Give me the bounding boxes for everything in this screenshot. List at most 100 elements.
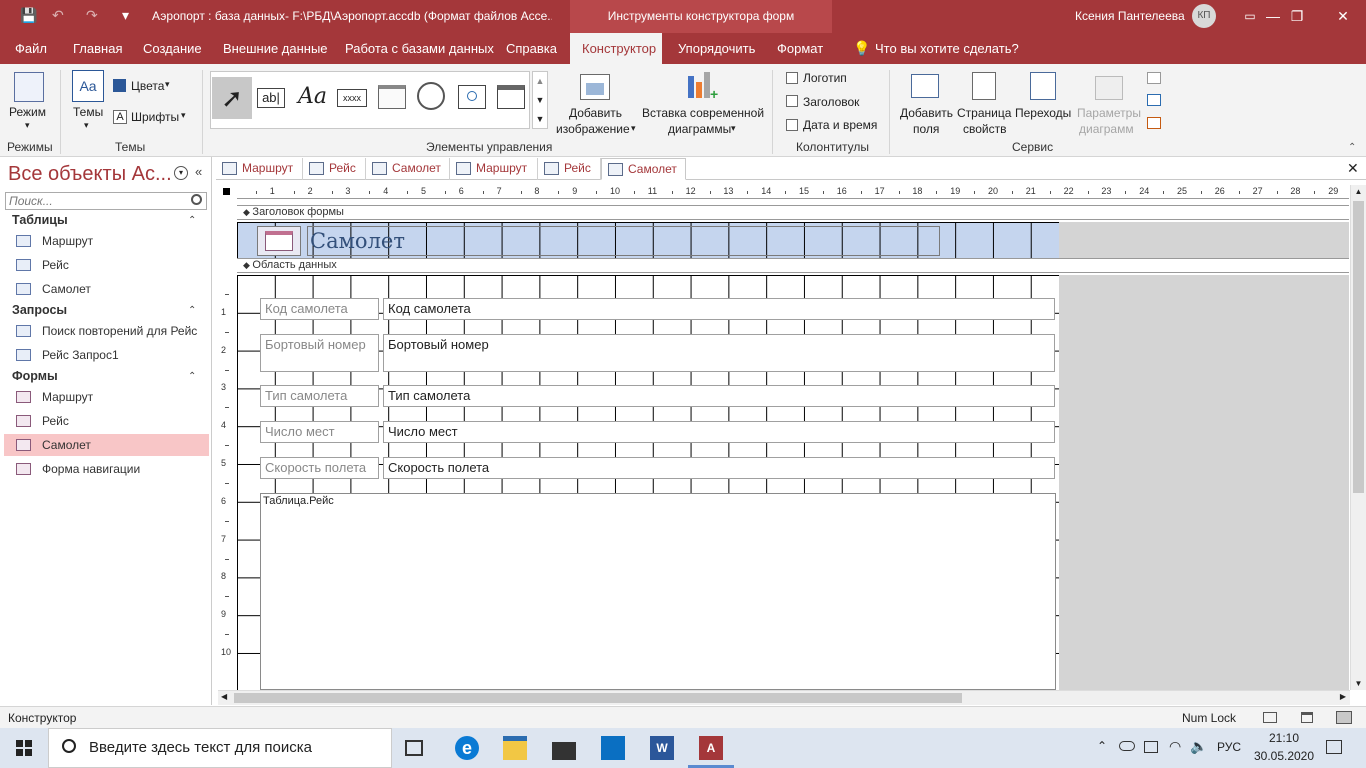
layout-view-icon[interactable] xyxy=(1301,712,1313,723)
chart-icon[interactable] xyxy=(688,76,694,98)
section-bar-detail[interactable]: ◆ Область данных xyxy=(237,258,1349,273)
fonts-button[interactable]: Шрифты xyxy=(131,110,179,124)
close-document-icon[interactable]: ✕ xyxy=(1347,160,1359,177)
field-label[interactable]: Скорость полета xyxy=(260,457,379,479)
undo-icon[interactable]: ↶ xyxy=(52,7,64,24)
nav-category-tables[interactable]: Таблицы xyxy=(12,213,68,227)
collapse-chevron-icon[interactable]: ⌃ xyxy=(188,215,196,226)
add-image-label-1[interactable]: Добавить xyxy=(569,106,622,120)
chevron-down-icon[interactable]: ▾ xyxy=(25,120,30,131)
customize-qat-icon[interactable]: ▾ xyxy=(122,7,129,24)
logo-button[interactable]: Логотип xyxy=(803,71,847,85)
tab-external-data[interactable]: Внешние данные xyxy=(215,33,336,64)
form-logo-icon[interactable] xyxy=(257,226,301,256)
volume-icon[interactable]: 🔈 xyxy=(1190,738,1207,755)
scroll-thumb[interactable] xyxy=(234,693,962,703)
tab-design[interactable]: Конструктор xyxy=(570,33,662,64)
restore-button[interactable]: ❐ xyxy=(1274,0,1320,33)
chevron-down-icon[interactable]: ▾ xyxy=(165,79,170,90)
field-label[interactable]: Бортовый номер xyxy=(260,334,379,372)
save-icon[interactable]: 💾 xyxy=(20,7,37,24)
tray-chevron-up-icon[interactable]: ⌃ xyxy=(1097,739,1107,753)
gallery-scroll[interactable]: ▲ ▼ ▼ xyxy=(532,71,548,129)
horizontal-scrollbar[interactable]: ◀ ▶ xyxy=(218,690,1350,705)
design-view-icon[interactable] xyxy=(1336,711,1352,724)
nav-pane-title[interactable]: Все объекты Ac... xyxy=(8,163,172,186)
tab-arrange[interactable]: Упорядочить xyxy=(670,33,763,64)
tab-format[interactable]: Формат xyxy=(769,33,831,64)
scroll-left-icon[interactable]: ◀ xyxy=(221,692,227,701)
field-textbox[interactable]: Число мест xyxy=(383,421,1055,443)
chevron-down-icon[interactable]: ▾ xyxy=(181,110,186,121)
tab-file[interactable]: Файл xyxy=(7,33,55,64)
task-view-icon[interactable] xyxy=(405,740,423,756)
nav-menu-chevron-icon[interactable]: ▾ xyxy=(174,166,188,180)
battery-icon[interactable] xyxy=(1144,741,1158,753)
datetime-button[interactable]: Дата и время xyxy=(803,118,877,132)
nav-item-form-navigation[interactable]: Форма навигации xyxy=(4,458,209,480)
close-button[interactable]: ✕ xyxy=(1320,0,1366,33)
macro-icon[interactable] xyxy=(1147,94,1161,106)
tab-help[interactable]: Справка xyxy=(498,33,565,64)
field-textbox[interactable]: Код самолета xyxy=(383,298,1055,320)
add-fields-icon[interactable] xyxy=(911,74,939,98)
form-title-label[interactable]: Самолет xyxy=(307,226,940,256)
tab-control-icon[interactable] xyxy=(378,85,406,109)
taskbar-search-input[interactable]: Введите здесь текст для поиска xyxy=(48,728,392,768)
view-mode-icon[interactable] xyxy=(14,72,44,102)
add-fields-label-1[interactable]: Добавить xyxy=(900,106,953,120)
nav-item-form-route[interactable]: Маршрут xyxy=(4,386,209,408)
field-textbox[interactable]: Скорость полета xyxy=(383,457,1055,479)
button-control-icon[interactable]: xxxx xyxy=(337,89,367,107)
label-control-icon[interactable]: Aa xyxy=(298,84,327,109)
avatar[interactable]: КП xyxy=(1192,4,1216,28)
select-pointer-icon[interactable]: ➚ xyxy=(212,77,252,119)
field-textbox[interactable]: Тип самолета xyxy=(383,385,1055,407)
property-sheet-label-2[interactable]: свойств xyxy=(963,122,1007,136)
nav-item-form-plane[interactable]: Самолет xyxy=(4,434,209,456)
tab-order-icon[interactable] xyxy=(1030,72,1056,100)
convert-macros-icon[interactable] xyxy=(1147,117,1161,129)
chevron-down-icon[interactable]: ▾ xyxy=(731,123,736,134)
redo-icon[interactable]: ↷ xyxy=(86,7,98,24)
collapse-chevron-icon[interactable]: ⌃ xyxy=(188,305,196,316)
nav-item-query-flight[interactable]: Рейс Запрос1 xyxy=(4,344,209,366)
field-textbox[interactable]: Бортовый номер xyxy=(383,334,1055,372)
nav-item-table-flight[interactable]: Рейс xyxy=(4,254,209,276)
tab-database-tools[interactable]: Работа с базами данных xyxy=(337,33,502,64)
tab-home[interactable]: Главная xyxy=(65,33,130,64)
doc-tab-form-flight[interactable]: Рейс xyxy=(538,158,601,180)
cloud-icon[interactable] xyxy=(1119,741,1135,751)
themes-icon[interactable]: Aa xyxy=(72,70,104,102)
navigation-control-icon[interactable] xyxy=(497,85,525,109)
scroll-down-icon[interactable]: ▼ xyxy=(1351,679,1366,688)
add-image-label-2[interactable]: изображение xyxy=(556,122,630,136)
word-icon[interactable]: W xyxy=(650,736,674,760)
scroll-thumb[interactable] xyxy=(1353,201,1364,493)
nav-category-queries[interactable]: Запросы xyxy=(12,303,67,317)
mode-button[interactable]: Режим xyxy=(9,105,46,119)
access-icon[interactable]: A xyxy=(699,736,723,760)
doc-tab-table-route[interactable]: Маршрут xyxy=(216,158,303,180)
doc-tab-table-plane[interactable]: Самолет xyxy=(366,158,450,180)
user-name[interactable]: Ксения Пантелеева xyxy=(1075,9,1185,23)
store-icon[interactable] xyxy=(552,736,576,760)
collapse-pane-icon[interactable]: « xyxy=(195,164,202,179)
image-icon[interactable] xyxy=(580,74,610,100)
section-bar-header[interactable]: ◆ Заголовок формы xyxy=(237,205,1349,220)
collapse-chevron-icon[interactable]: ⌃ xyxy=(188,371,196,382)
scroll-up-icon[interactable]: ▲ xyxy=(1351,185,1366,199)
mail-icon[interactable] xyxy=(601,736,625,760)
scroll-right-icon[interactable]: ▶ xyxy=(1340,692,1346,701)
nav-item-table-plane[interactable]: Самолет xyxy=(4,278,209,300)
subform-flights[interactable]: Таблица.Рейс xyxy=(260,493,1056,690)
textbox-icon[interactable]: ab| xyxy=(257,88,285,108)
file-explorer-icon[interactable] xyxy=(503,736,527,760)
tab-create[interactable]: Создание xyxy=(135,33,210,64)
nav-category-forms[interactable]: Формы xyxy=(12,369,58,383)
collapse-ribbon-icon[interactable]: ⌃ xyxy=(1348,142,1356,153)
ruler-corner[interactable] xyxy=(218,185,236,199)
insert-chart-label-2[interactable]: диаграммы xyxy=(668,122,731,136)
nav-item-query-duplicates[interactable]: Поиск повторений для Рейс xyxy=(4,320,209,342)
doc-tab-form-route[interactable]: Маршрут xyxy=(450,158,538,180)
